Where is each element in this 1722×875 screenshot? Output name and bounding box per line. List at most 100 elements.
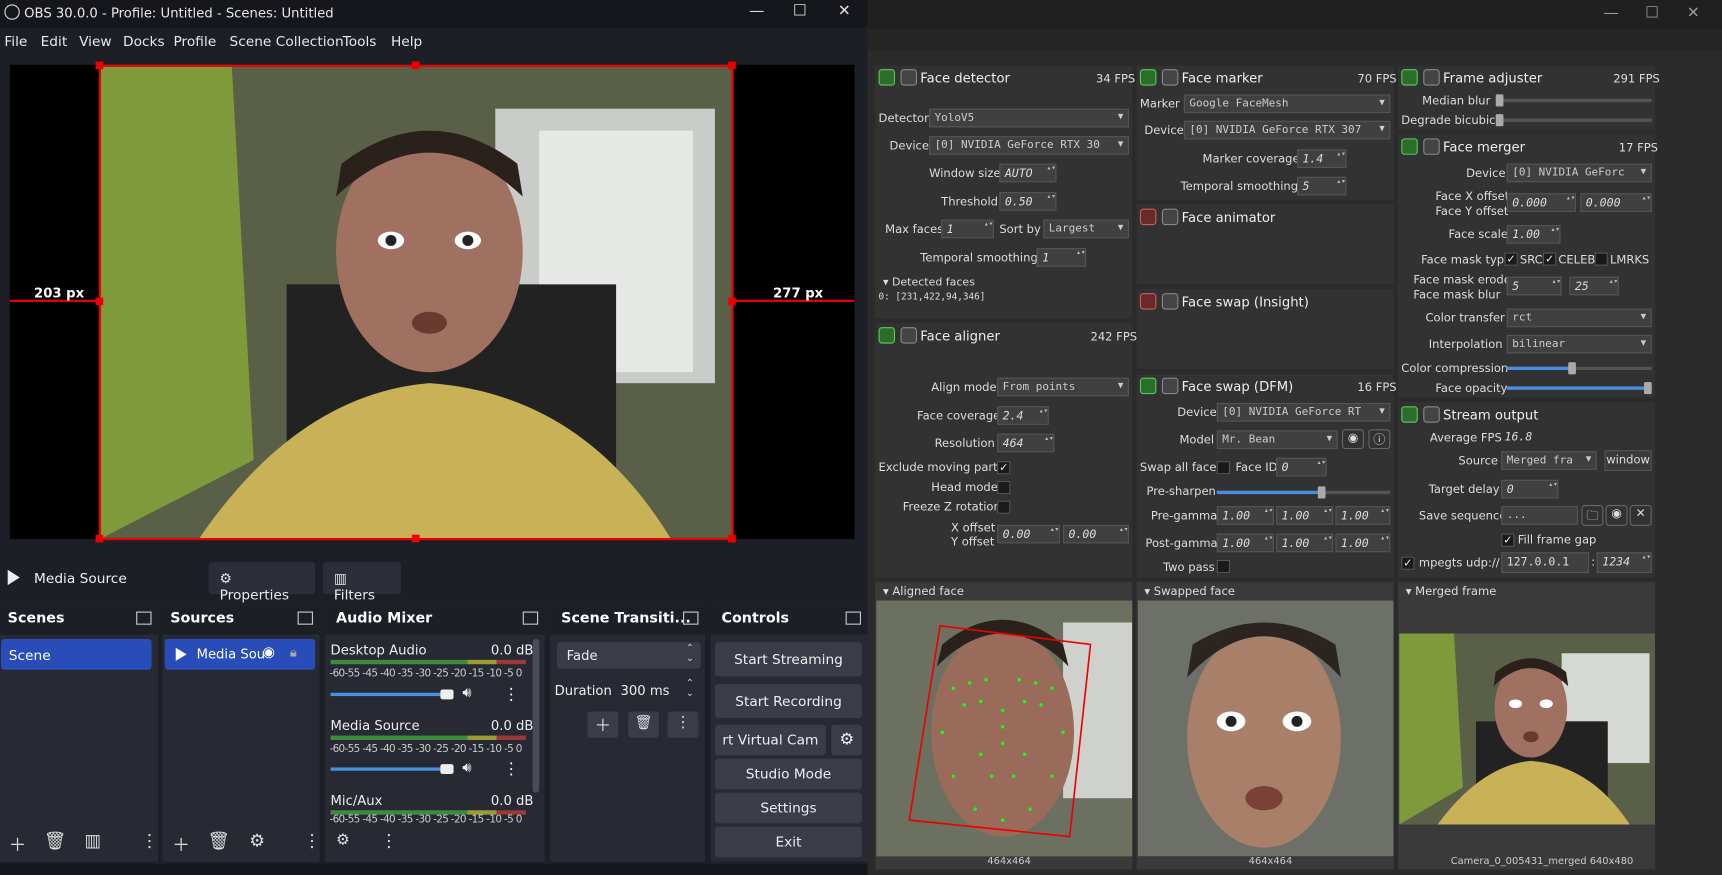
reload-icon[interactable] bbox=[1423, 69, 1440, 86]
power-icon[interactable] bbox=[878, 327, 896, 344]
volume-slider[interactable] bbox=[330, 692, 452, 697]
align-mode-select[interactable]: From points bbox=[997, 377, 1129, 397]
volume-slider-handle[interactable] bbox=[440, 689, 454, 700]
lock-icon[interactable]: 🔒︎ bbox=[290, 644, 297, 660]
lmrks-checkbox[interactable] bbox=[1594, 252, 1608, 266]
presharpen-slider[interactable] bbox=[1216, 486, 1391, 499]
resize-handle[interactable] bbox=[411, 534, 420, 543]
duration-input[interactable]: 300 ms ⌃ ⌄ bbox=[614, 677, 701, 704]
face-opacity-slider[interactable] bbox=[1506, 382, 1652, 395]
postgamma-b[interactable]: 1.00 bbox=[1335, 533, 1391, 553]
src-checkbox[interactable]: ✓ bbox=[1504, 252, 1518, 266]
temporal-spin[interactable]: 5 bbox=[1296, 176, 1347, 196]
window-button[interactable]: window bbox=[1604, 450, 1652, 471]
resize-handle[interactable] bbox=[411, 61, 420, 70]
studio-mode-button[interactable]: Studio Mode bbox=[714, 758, 863, 790]
minimize-icon[interactable]: — bbox=[1603, 4, 1618, 22]
menu-help[interactable]: Help bbox=[391, 33, 422, 49]
power-icon[interactable] bbox=[1139, 208, 1157, 226]
mpegts-checkbox[interactable]: ✓ bbox=[1401, 556, 1415, 570]
menu-scene-collection[interactable]: Scene Collection bbox=[230, 33, 344, 49]
minimize-icon[interactable]: — bbox=[749, 2, 764, 20]
median-blur-slider[interactable] bbox=[1495, 94, 1652, 107]
pregamma-g[interactable]: 1.00 bbox=[1276, 506, 1334, 525]
postgamma-g[interactable]: 1.00 bbox=[1276, 533, 1334, 553]
reload-icon[interactable] bbox=[1161, 293, 1179, 310]
eye-icon[interactable]: ◉ bbox=[1605, 505, 1628, 526]
mask-erode-spin[interactable]: 5 bbox=[1506, 276, 1562, 296]
virtual-cam-button[interactable]: rt Virtual Cam bbox=[714, 724, 826, 756]
resolution-spin[interactable]: 464 bbox=[997, 433, 1055, 453]
face-coverage-spin[interactable]: 2.4 bbox=[997, 406, 1049, 425]
menu-tools[interactable]: Tools bbox=[343, 33, 377, 49]
celeb-checkbox[interactable]: ✓ bbox=[1542, 252, 1557, 266]
reload-icon[interactable] bbox=[1423, 138, 1440, 155]
source-item[interactable]: Media Sou ◉ 🔒︎ bbox=[164, 638, 316, 670]
sort-by-select[interactable]: Largest bbox=[1043, 219, 1129, 239]
resize-handle[interactable] bbox=[95, 61, 104, 70]
marker-select[interactable]: Google FaceMesh bbox=[1183, 94, 1391, 114]
undock-icon[interactable] bbox=[522, 611, 539, 625]
close-icon[interactable]: ✕ bbox=[838, 2, 851, 20]
face-x-offset-spin[interactable]: 0.000 bbox=[1506, 193, 1576, 212]
color-compression-handle[interactable] bbox=[1568, 362, 1577, 375]
swapped-face-toggle[interactable]: ▾ Swapped face bbox=[1144, 585, 1235, 598]
face-id-spin[interactable]: 0 bbox=[1276, 457, 1327, 477]
menu-file[interactable]: File bbox=[4, 33, 27, 49]
mixer-scrollbar[interactable] bbox=[532, 638, 540, 793]
interpolation-select[interactable]: bilinear bbox=[1506, 334, 1652, 354]
scene-filters-icon[interactable]: ▥ bbox=[85, 830, 102, 851]
mixer-settings-icon[interactable]: ⚙ bbox=[336, 831, 350, 849]
play-icon[interactable] bbox=[7, 569, 20, 586]
add-icon[interactable]: ＋ bbox=[587, 711, 619, 738]
head-mode-checkbox[interactable] bbox=[997, 480, 1011, 495]
swap-all-checkbox[interactable] bbox=[1216, 461, 1230, 475]
pregamma-b[interactable]: 1.00 bbox=[1335, 506, 1391, 525]
undock-icon[interactable] bbox=[136, 611, 152, 625]
threshold-spin[interactable]: 0.50 bbox=[999, 192, 1057, 211]
more-icon[interactable]: ⋮ bbox=[303, 830, 321, 851]
x-offset-spin[interactable]: 0.00 bbox=[997, 524, 1060, 544]
device-select[interactable]: [0] NVIDIA GeForce RTX 30 bbox=[929, 136, 1129, 155]
add-icon[interactable]: ＋ bbox=[9, 830, 27, 856]
detected-faces-toggle[interactable]: ▾ Detected faces bbox=[883, 277, 975, 289]
merged-frame-toggle[interactable]: ▾ Merged frame bbox=[1406, 585, 1497, 598]
menu-view[interactable]: View bbox=[79, 33, 112, 49]
temporal-spin[interactable]: 1 bbox=[1036, 248, 1087, 267]
resize-handle[interactable] bbox=[728, 61, 736, 70]
speaker-icon[interactable]: 🔊︎ bbox=[462, 685, 471, 701]
filters-button[interactable]: ▥ Filters bbox=[322, 562, 401, 603]
device-select[interactable]: [0] NVIDIA GeForce RTX 307 bbox=[1183, 120, 1391, 140]
more-icon[interactable]: ⋮ bbox=[141, 830, 159, 851]
marker-coverage-spin[interactable]: 1.4 bbox=[1296, 149, 1347, 168]
undock-icon[interactable] bbox=[845, 611, 861, 625]
device-select[interactable]: [0] NVIDIA GeForc bbox=[1506, 163, 1652, 183]
resize-handle[interactable] bbox=[728, 534, 736, 543]
postgamma-r[interactable]: 1.00 bbox=[1216, 533, 1274, 553]
maximize-icon[interactable]: ☐ bbox=[1645, 4, 1659, 22]
max-faces-spin[interactable]: 1 bbox=[941, 219, 994, 239]
two-pass-checkbox[interactable] bbox=[1216, 559, 1230, 574]
trash-icon[interactable]: 🗑 bbox=[44, 830, 66, 851]
trash-icon[interactable]: 🗑 bbox=[628, 711, 659, 738]
virtual-cam-settings-icon[interactable]: ⚙ bbox=[831, 724, 863, 756]
aligned-face-toggle[interactable]: ▾ Aligned face bbox=[883, 585, 964, 598]
start-recording-button[interactable]: Start Recording bbox=[714, 683, 863, 719]
close-icon[interactable]: ✕ bbox=[1629, 505, 1652, 526]
more-icon[interactable]: ⋮ bbox=[503, 759, 519, 779]
y-offset-spin[interactable]: 0.00 bbox=[1063, 524, 1129, 544]
menu-edit[interactable]: Edit bbox=[41, 33, 68, 49]
color-compression-slider[interactable] bbox=[1506, 362, 1652, 375]
menu-docks[interactable]: Docks bbox=[123, 33, 165, 49]
maximize-icon[interactable]: ☐ bbox=[793, 2, 807, 20]
power-icon[interactable] bbox=[1139, 377, 1157, 395]
more-icon[interactable]: ⋮ bbox=[667, 711, 699, 738]
reload-icon[interactable] bbox=[1161, 69, 1179, 86]
menu-profile[interactable]: Profile bbox=[174, 33, 217, 49]
resize-handle[interactable] bbox=[95, 534, 104, 543]
ip-input[interactable]: 127.0.0.1 bbox=[1501, 552, 1590, 574]
face-opacity-handle[interactable] bbox=[1644, 382, 1652, 395]
speaker-icon[interactable]: 🔊︎ bbox=[462, 760, 471, 776]
presharpen-handle[interactable] bbox=[1317, 486, 1326, 499]
reload-icon[interactable] bbox=[1161, 377, 1179, 395]
